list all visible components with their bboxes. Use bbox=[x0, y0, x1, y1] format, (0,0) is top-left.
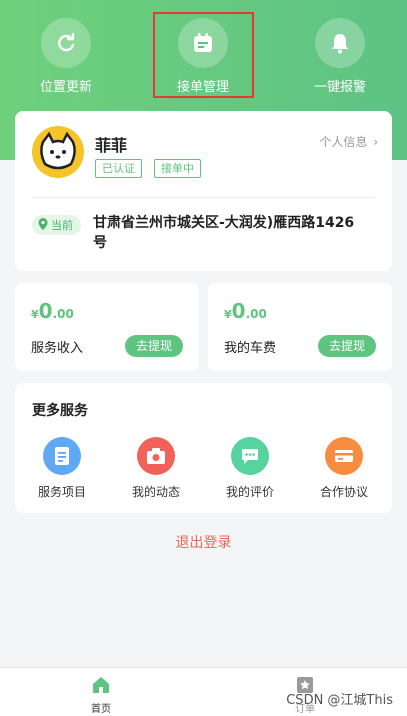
more-services-title: 更多服务 bbox=[32, 403, 88, 419]
refresh-icon bbox=[41, 18, 91, 68]
my-posts-button[interactable]: 我的动态 bbox=[110, 437, 202, 500]
current-address: 甘肃省兰州市城关区-大润发)雁西路1426号 bbox=[93, 215, 355, 251]
home-icon bbox=[61, 676, 141, 698]
verified-tag: 已认证 bbox=[95, 159, 142, 178]
service-income-amount: ¥0.00 bbox=[31, 299, 74, 323]
personal-info-label: 个人信息 bbox=[319, 135, 368, 149]
user-name: 菲菲 bbox=[95, 136, 128, 155]
avatar[interactable] bbox=[32, 126, 84, 178]
service-income-card: ¥0.00 服务收入 去提现 bbox=[15, 283, 199, 371]
fare-withdraw-button[interactable]: 去提现 bbox=[318, 335, 376, 357]
accepting-orders-tag: 接单中 bbox=[154, 159, 201, 178]
divider bbox=[32, 197, 375, 198]
my-reviews-button[interactable]: 我的评价 bbox=[204, 437, 296, 500]
my-posts-label: 我的动态 bbox=[131, 485, 180, 499]
location-update-button[interactable]: 位置更新 bbox=[11, 18, 121, 95]
bell-icon bbox=[315, 18, 365, 68]
fare-amount: ¥0.00 bbox=[224, 299, 267, 323]
chat-icon bbox=[231, 437, 269, 475]
cooperation-agreement-button[interactable]: 合作协议 bbox=[298, 437, 390, 500]
current-location-badge: 当前 bbox=[32, 215, 81, 235]
location-update-label: 位置更新 bbox=[39, 80, 92, 95]
personal-info-link[interactable]: 个人信息 › bbox=[319, 133, 378, 150]
emergency-alarm-label: 一键报警 bbox=[313, 80, 366, 95]
tab-home[interactable]: 首页 bbox=[61, 676, 141, 715]
fare-card: ¥0.00 我的车费 去提现 bbox=[208, 283, 392, 371]
tab-home-label: 首页 bbox=[91, 704, 111, 715]
current-location-label: 当前 bbox=[51, 219, 73, 232]
watermark: CSDN @江城This bbox=[286, 693, 393, 708]
service-income-label: 服务收入 bbox=[31, 341, 84, 356]
my-reviews-label: 我的评价 bbox=[225, 485, 274, 499]
card-icon bbox=[325, 437, 363, 475]
emergency-alarm-button[interactable]: 一键报警 bbox=[285, 18, 395, 95]
camera-icon bbox=[137, 437, 175, 475]
service-items-label: 服务项目 bbox=[37, 485, 86, 499]
location-pin-icon bbox=[38, 217, 48, 233]
service-income-withdraw-button[interactable]: 去提现 bbox=[125, 335, 183, 357]
chevron-right-icon: › bbox=[373, 135, 378, 149]
highlight-box bbox=[153, 12, 254, 98]
document-icon bbox=[43, 437, 81, 475]
fare-label: 我的车费 bbox=[224, 341, 277, 356]
more-services-card: 更多服务 服务项目 我的动态 我的评价 合作协议 bbox=[15, 383, 392, 513]
logout-button[interactable]: 退出登录 bbox=[0, 532, 407, 552]
profile-card: 菲菲 已认证 接单中 个人信息 › 当前 甘肃省兰州市城关区-大润发)雁西路14… bbox=[15, 111, 392, 271]
service-items-button[interactable]: 服务项目 bbox=[16, 437, 108, 500]
cooperation-agreement-label: 合作协议 bbox=[319, 485, 368, 499]
